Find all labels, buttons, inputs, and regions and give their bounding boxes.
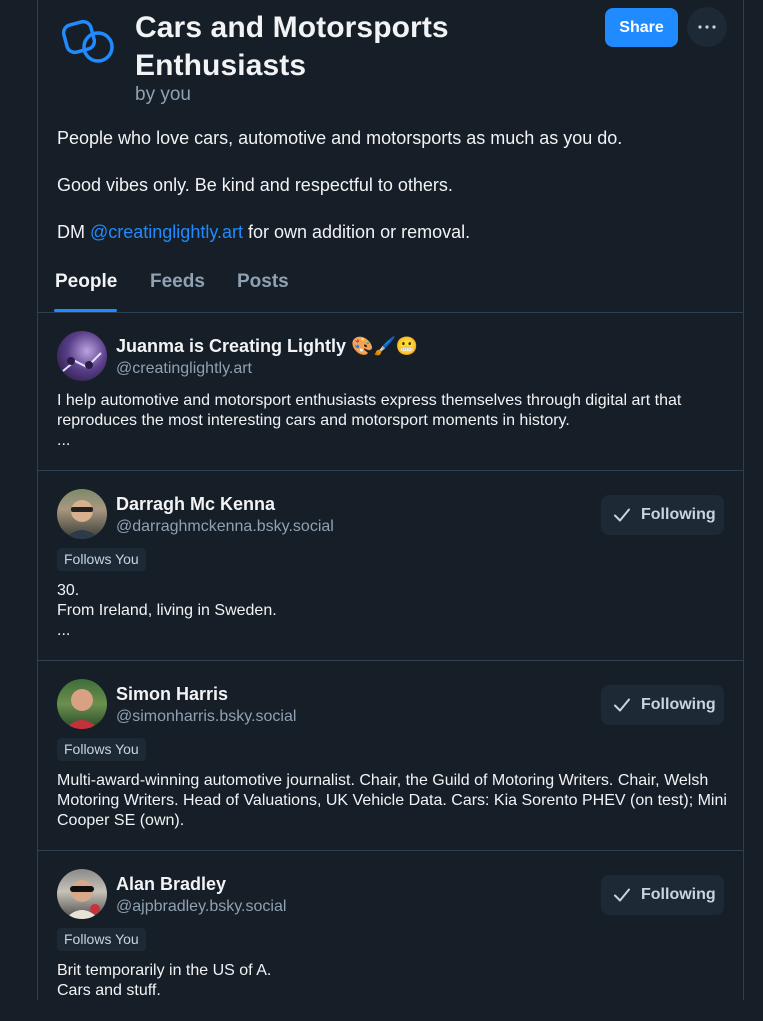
handle: @ajpbradley.bsky.social xyxy=(116,898,287,915)
following-button[interactable]: Following xyxy=(601,685,724,725)
following-button[interactable]: Following xyxy=(601,875,724,915)
description-line: People who love cars, automotive and mot… xyxy=(57,128,623,148)
list-byline: by you xyxy=(135,84,191,105)
following-label: Following xyxy=(641,696,716,713)
checkmark-icon xyxy=(614,508,630,522)
list-item[interactable]: Juanma is Creating Lightly 🎨🖌️😬 @creatin… xyxy=(38,313,743,471)
checkmark-icon xyxy=(614,888,630,902)
emoji: 🎨🖌️😬 xyxy=(351,336,419,356)
handle: @simonharris.bsky.social xyxy=(116,708,297,725)
tab-people[interactable]: People xyxy=(55,271,117,293)
handle: @darraghmckenna.bsky.social xyxy=(116,518,334,535)
list-item[interactable]: Alan Bradley @ajpbradley.bsky.social Fol… xyxy=(38,851,743,1021)
share-button[interactable]: Share xyxy=(605,8,678,47)
bio: Brit temporarily in the US of A. Cars an… xyxy=(57,962,272,999)
description-line: Good vibes only. Be kind and respectful … xyxy=(57,175,453,195)
mention-link[interactable]: @creatinglightly.art xyxy=(90,222,243,242)
following-label: Following xyxy=(641,886,716,903)
bio: Multi-award-winning automotive journalis… xyxy=(57,772,727,829)
avatar xyxy=(57,869,107,919)
dm-prefix: DM xyxy=(57,222,90,242)
list-icon xyxy=(62,19,114,63)
avatar xyxy=(57,331,107,381)
follows-you-badge: Follows You xyxy=(57,928,146,951)
tab-feeds[interactable]: Feeds xyxy=(150,271,205,293)
display-name: Darragh Mc Kenna xyxy=(116,494,276,514)
list-description: People who love cars, automotive and mot… xyxy=(57,126,717,267)
list-page: Cars and Motorsports Enthusiasts by you … xyxy=(37,0,744,1000)
checkmark-icon xyxy=(614,698,630,712)
more-options-button[interactable] xyxy=(687,7,727,47)
list-item[interactable]: Darragh Mc Kenna @darraghmckenna.bsky.so… xyxy=(38,471,743,661)
description-dm-line: DM @creatinglightly.art for own addition… xyxy=(57,220,717,244)
list-item[interactable]: Simon Harris @simonharris.bsky.social Fo… xyxy=(38,661,743,851)
active-tab-indicator xyxy=(54,309,117,312)
dm-suffix: for own addition or removal. xyxy=(243,222,471,242)
handle: @creatinglightly.art xyxy=(116,360,252,377)
display-name: Simon Harris xyxy=(116,684,229,704)
bio: 30. From Ireland, living in Sweden. ... xyxy=(57,582,277,639)
following-label: Following xyxy=(641,506,716,523)
list-title: Cars and Motorsports Enthusiasts xyxy=(135,11,449,82)
ellipsis-icon xyxy=(698,25,716,29)
avatar xyxy=(57,489,107,539)
display-name: Alan Bradley xyxy=(116,874,227,894)
bio: I help automotive and motorsport enthusi… xyxy=(57,392,682,449)
list-header: Cars and Motorsports Enthusiasts by you … xyxy=(38,0,743,115)
follows-you-badge: Follows You xyxy=(57,548,146,571)
tab-bar: People Feeds Posts xyxy=(38,265,743,313)
following-button[interactable]: Following xyxy=(601,495,724,535)
display-name: Juanma is Creating Lightly 🎨🖌️😬 xyxy=(116,336,419,356)
avatar xyxy=(57,679,107,729)
tab-posts[interactable]: Posts xyxy=(237,271,289,293)
follows-you-badge: Follows You xyxy=(57,738,146,761)
